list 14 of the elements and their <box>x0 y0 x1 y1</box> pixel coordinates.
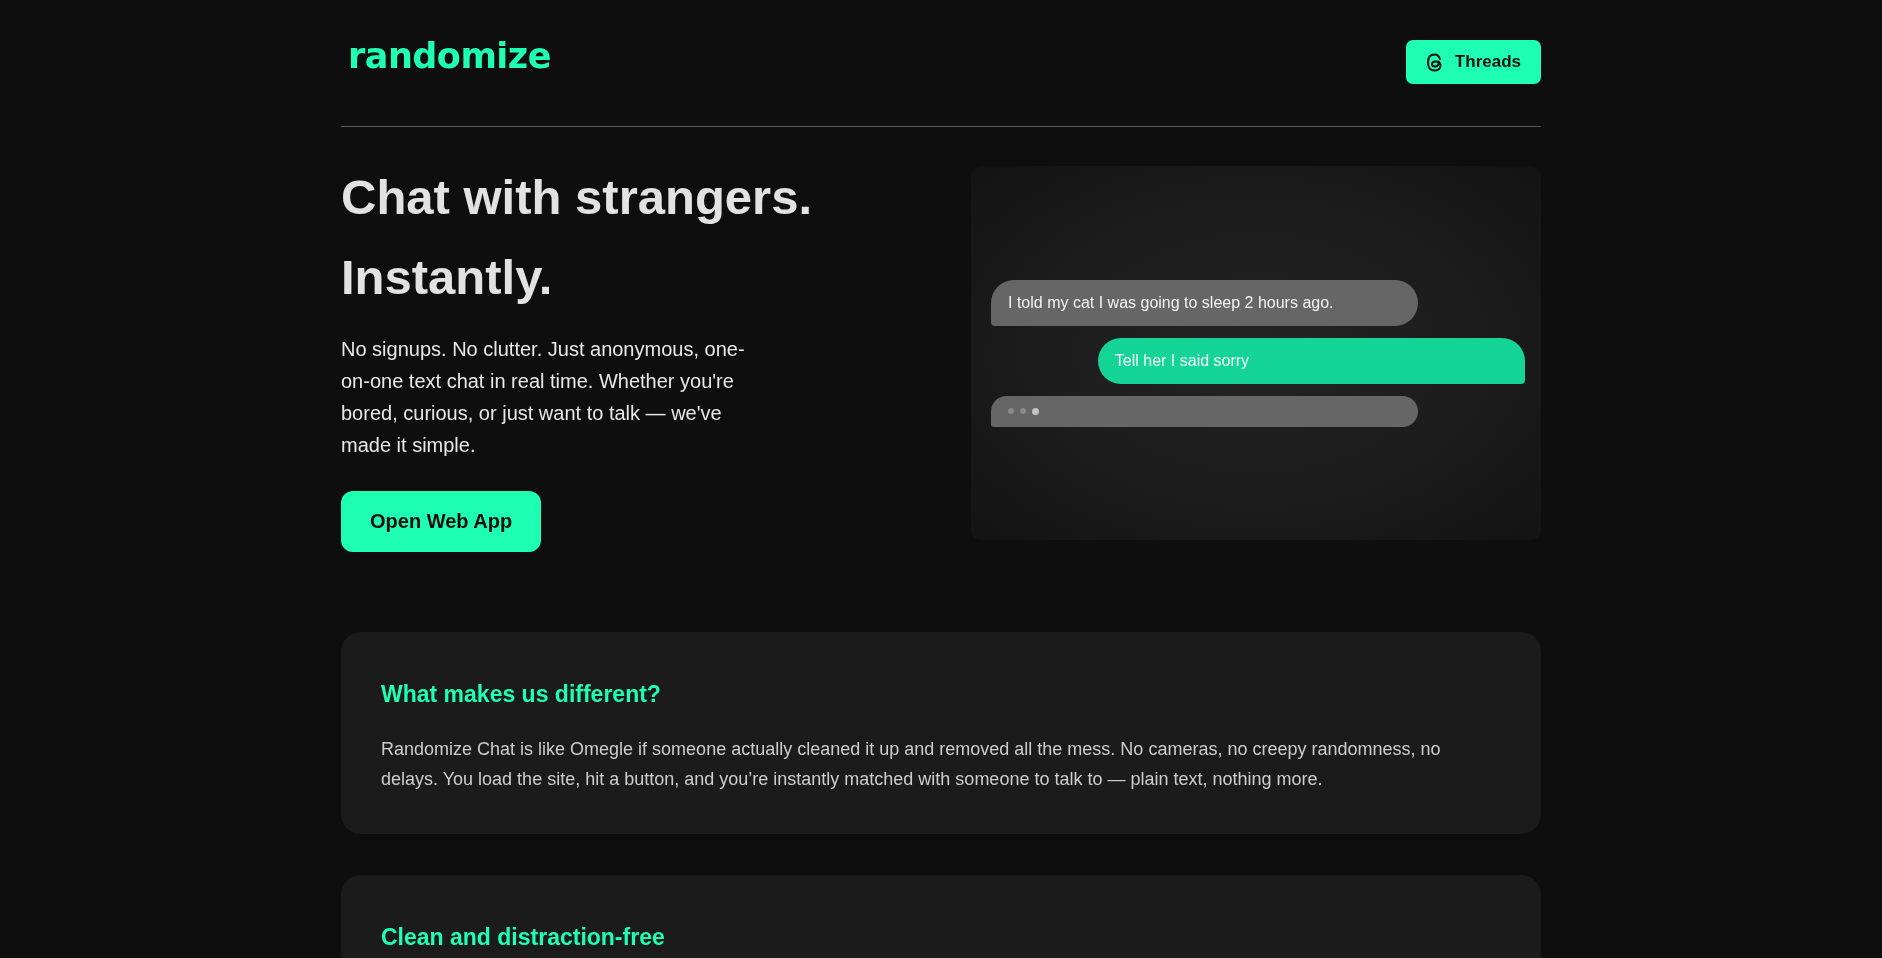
message-bubble: I told my cat I was going to sleep 2 hours ago. <box>991 279 1419 326</box>
cta-button[interactable]: Open Web App <box>341 491 542 552</box>
at-sign-icon <box>1424 52 1444 72</box>
typing-dot-icon <box>1020 408 1026 414</box>
card-title: Clean and distraction-free <box>381 923 666 952</box>
typing-dot-icon <box>1032 407 1039 415</box>
site-logo: randomize <box>348 36 551 76</box>
hero-description: No signups. No clutter. Just anonymous, one-on-one text chat in real time. Whether you're bored, curious, or just want to talk — we've made it simple. <box>341 337 746 458</box>
hero-heading: Chat with strangers. Instantly. <box>341 169 814 306</box>
threads-button[interactable]: Threads <box>1405 40 1541 84</box>
card-title: What makes us different? <box>381 680 662 709</box>
typing-dot-icon <box>1008 408 1014 414</box>
card-text: Randomize Chat is like Omegle if someone actually cleaned it up and removed all the mess. No cameras, no creepy randomness, no delays. You load the site, hit a button, and you’re instantly matched with someone to talk to — plain text, nothing more. <box>381 738 1442 791</box>
message-bubble: Tell her I said sorry <box>1097 337 1525 384</box>
